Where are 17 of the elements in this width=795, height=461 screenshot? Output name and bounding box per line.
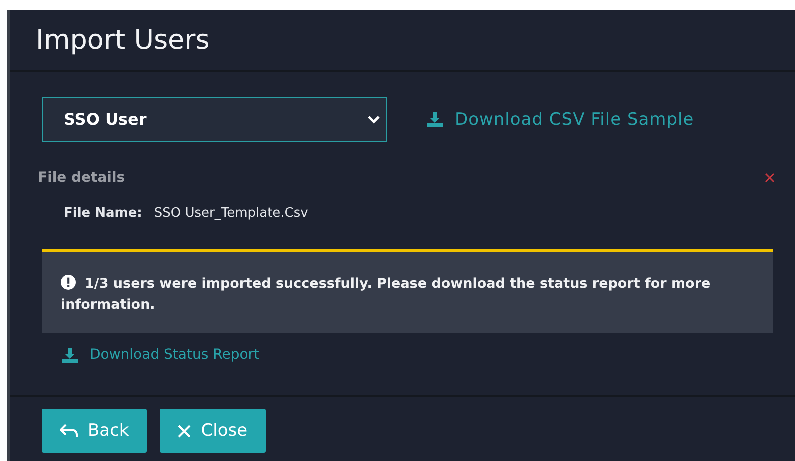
download-icon [62, 348, 78, 362]
download-sample-link[interactable]: Download CSV File Sample [427, 110, 694, 130]
file-details-heading: File details [38, 170, 126, 186]
file-name-value: SSO User_Template.Csv [154, 206, 308, 221]
file-name-label: File Name: [64, 206, 142, 221]
alert-message: 1/3 users were imported successfully. Please download the status report for more information. [42, 249, 773, 333]
exclamation-icon [61, 275, 76, 290]
close-button[interactable]: Close [160, 409, 266, 453]
return-arrow-icon [60, 424, 78, 438]
download-icon [427, 112, 443, 127]
remove-icon[interactable] [765, 173, 775, 183]
dialog-title: Import Users [36, 24, 210, 56]
close-icon [178, 424, 192, 438]
user-type-select[interactable]: SSO User [42, 97, 387, 142]
back-button[interactable]: Back [42, 409, 148, 453]
download-report-link[interactable]: Download Status Report [62, 347, 260, 363]
chevron-down-icon [368, 116, 380, 124]
